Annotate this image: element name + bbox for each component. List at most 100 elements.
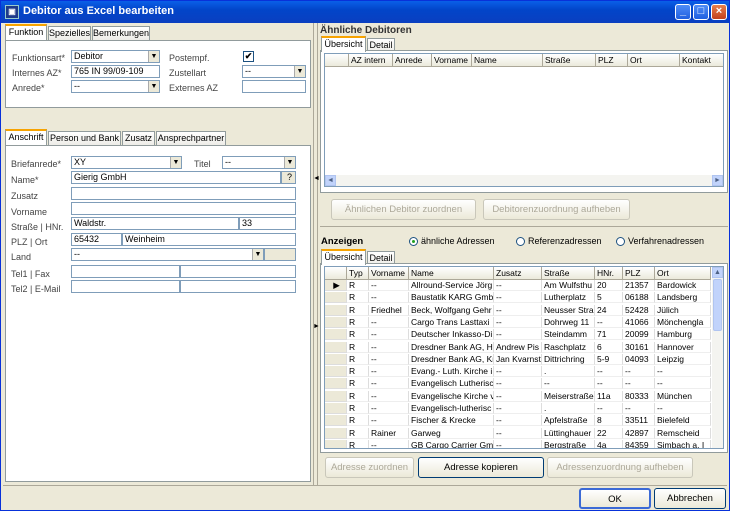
table-cell[interactable]: 30161	[623, 341, 655, 353]
horizontal-scrollbar[interactable]	[325, 175, 723, 186]
table-cell[interactable]: Dresdner Bank AG, Kr	[409, 353, 494, 365]
table-cell[interactable]: Garweg	[409, 427, 494, 439]
anrede-select[interactable]: -- ▼	[71, 80, 160, 93]
table-cell[interactable]: --	[369, 439, 409, 448]
table-cell[interactable]: Neusser Stra	[542, 304, 595, 316]
row-selector[interactable]	[325, 341, 347, 353]
row-selector[interactable]	[325, 304, 347, 316]
maximize-icon[interactable]: □	[693, 4, 709, 20]
assign-similar-debtor-button[interactable]: Ähnlichen Debitor zuordnen	[331, 199, 476, 220]
column-header[interactable]: Vorname	[369, 267, 409, 280]
tab-anschrift[interactable]: Anschrift	[5, 129, 47, 145]
table-cell[interactable]: Bergstraße	[542, 439, 595, 448]
table-cell[interactable]: Andrew Pis	[494, 341, 542, 353]
table-cell[interactable]: --	[369, 390, 409, 402]
table-cell[interactable]: R	[347, 390, 369, 402]
table-cell[interactable]: --	[494, 280, 542, 291]
table-cell[interactable]: 06188	[623, 292, 655, 304]
externes-az-field[interactable]	[242, 80, 306, 93]
table-cell[interactable]: --	[494, 390, 542, 402]
table-cell[interactable]: 6	[595, 341, 623, 353]
table-cell[interactable]: 20	[595, 280, 623, 291]
table-cell[interactable]: .	[542, 403, 595, 414]
column-header[interactable]: Straße	[543, 54, 596, 67]
table-cell[interactable]: Dittrichring	[542, 353, 595, 365]
table-cell[interactable]: Simbach a. I	[655, 439, 711, 448]
table-cell[interactable]: Fischer & Krecke	[409, 415, 494, 427]
vertical-splitter[interactable]	[313, 23, 318, 485]
row-selector[interactable]	[325, 329, 347, 341]
table-cell[interactable]: --	[655, 403, 711, 414]
table-cell[interactable]: --	[494, 427, 542, 439]
land-extra-button[interactable]	[264, 248, 296, 261]
row-selector[interactable]	[325, 403, 347, 414]
row-selector[interactable]	[325, 390, 347, 402]
tab-funktion[interactable]: Funktion	[5, 24, 47, 40]
table-cell[interactable]: Lutherplatz	[542, 292, 595, 304]
row-selector[interactable]	[325, 353, 347, 365]
column-header[interactable]: Vorname	[432, 54, 472, 67]
table-cell[interactable]: Allround-Service Jörg	[409, 280, 494, 291]
table-cell[interactable]: --	[494, 439, 542, 448]
table-cell[interactable]: 41066	[623, 316, 655, 328]
row-selector[interactable]: ▶	[325, 280, 347, 291]
table-cell[interactable]: R	[347, 292, 369, 304]
table-cell[interactable]: Bardowick	[655, 280, 711, 291]
table-cell[interactable]: Beck, Wolfgang Gehr	[409, 304, 494, 316]
table-cell[interactable]: 42897	[623, 427, 655, 439]
table-cell[interactable]: --	[595, 403, 623, 414]
assign-address-button[interactable]: Adresse zuordnen	[325, 457, 414, 478]
remove-address-assignment-button[interactable]: Adressenzuordnung aufheben	[547, 457, 693, 478]
postempf-checkbox[interactable]: ✔	[243, 51, 254, 62]
table-cell[interactable]: --	[494, 329, 542, 341]
vorname-field[interactable]	[71, 202, 296, 215]
ok-button[interactable]: OK	[579, 488, 651, 509]
table-cell[interactable]: Evangelisch-lutherisc	[409, 403, 494, 414]
zustellart-select[interactable]: -- ▼	[242, 65, 306, 78]
radio-similar-addresses[interactable]	[409, 237, 418, 246]
table-cell[interactable]: Remscheid	[655, 427, 711, 439]
table-cell[interactable]: --	[494, 415, 542, 427]
table-cell[interactable]: Evangelische Kirche v	[409, 390, 494, 402]
table-cell[interactable]: Hannover	[655, 341, 711, 353]
tab-ansprechpartner[interactable]: Ansprechpartner	[156, 131, 226, 146]
table-cell[interactable]: --	[542, 378, 595, 390]
table-cell[interactable]: Evang.- Luth. Kirche i	[409, 366, 494, 378]
table-cell[interactable]: 8	[595, 415, 623, 427]
table-cell[interactable]: --	[369, 316, 409, 328]
column-header[interactable]: Straße	[542, 267, 595, 280]
table-cell[interactable]: Deutscher Inkasso-Di	[409, 329, 494, 341]
table-cell[interactable]: --	[369, 280, 409, 291]
table-cell[interactable]: Leipzig	[655, 353, 711, 365]
hnr-field[interactable]: 33	[239, 217, 296, 230]
table-cell[interactable]: 80333	[623, 390, 655, 402]
scroll-up-icon[interactable]: ▲	[712, 267, 723, 278]
table-cell[interactable]: --	[369, 341, 409, 353]
chevron-down-icon[interactable]: ▼	[252, 249, 263, 260]
table-cell[interactable]: --	[623, 366, 655, 378]
table-cell[interactable]: R	[347, 427, 369, 439]
table-cell[interactable]: Baustatik KARG Gmb	[409, 292, 494, 304]
table-cell[interactable]: Jülich	[655, 304, 711, 316]
row-selector[interactable]	[325, 316, 347, 328]
table-cell[interactable]: --	[623, 378, 655, 390]
table-cell[interactable]: R	[347, 366, 369, 378]
titel-select[interactable]: -- ▼	[222, 156, 296, 169]
chevron-down-icon[interactable]: ▼	[294, 66, 305, 77]
table-cell[interactable]: R	[347, 415, 369, 427]
table-cell[interactable]: --	[494, 366, 542, 378]
table-cell[interactable]: Am Wulfsthu	[542, 280, 595, 291]
table-cell[interactable]: R	[347, 316, 369, 328]
table-cell[interactable]: R	[347, 353, 369, 365]
tab-person-und-bank[interactable]: Person und Bank	[48, 131, 121, 146]
row-selector[interactable]	[325, 415, 347, 427]
column-header[interactable]: Name	[409, 267, 494, 280]
column-header[interactable]: Ort	[655, 267, 711, 280]
column-header[interactable]: Kontakt	[680, 54, 723, 67]
table-cell[interactable]: Friedhel	[369, 304, 409, 316]
table-cell[interactable]: 20099	[623, 329, 655, 341]
remove-debtor-assignment-button[interactable]: Debitorenzuordnung aufheben	[483, 199, 630, 220]
tab-zusatz[interactable]: Zusatz	[122, 131, 155, 146]
table-cell[interactable]: .	[542, 366, 595, 378]
name-lookup-button[interactable]: ?	[281, 171, 296, 184]
